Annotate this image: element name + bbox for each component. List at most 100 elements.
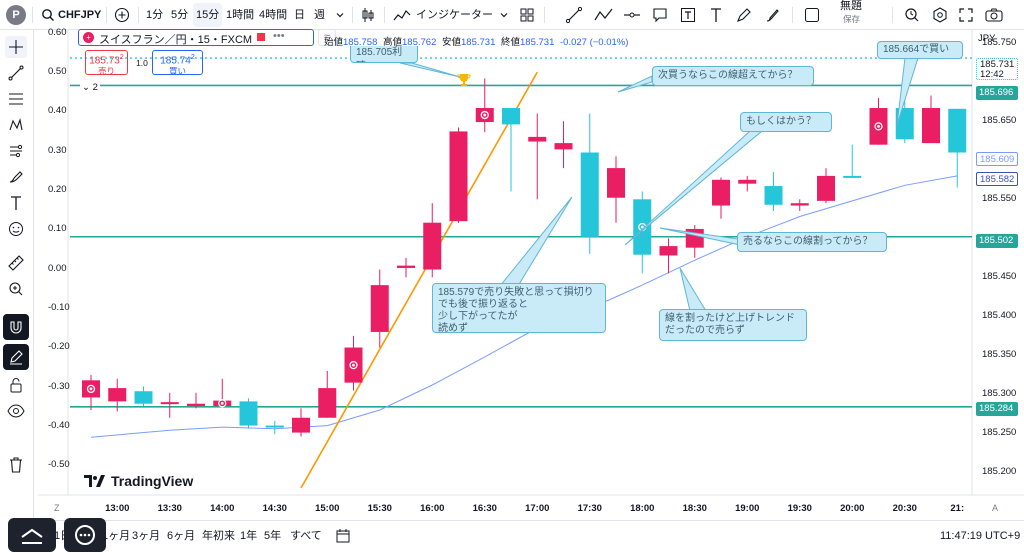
- timezone-z-label[interactable]: Z: [54, 503, 60, 513]
- brush-tool-icon[interactable]: [762, 5, 782, 25]
- pattern-tools-icon[interactable]: [5, 114, 27, 136]
- callout-no-sell[interactable]: 線を割ったけど上げトレンド だったので売らず: [659, 309, 807, 341]
- zoom-in-icon[interactable]: [5, 278, 27, 300]
- ruler-icon[interactable]: [5, 252, 27, 274]
- hline-label-2: 185.502: [976, 234, 1018, 248]
- indicator-templates-icon[interactable]: [494, 5, 514, 25]
- quick-search-icon[interactable]: [902, 5, 922, 25]
- object-tree-button[interactable]: [8, 518, 56, 552]
- interval-5m[interactable]: 5分: [171, 0, 188, 30]
- candle: [502, 108, 520, 192]
- close-value: 185.731: [520, 37, 555, 48]
- low-value: 185.731: [461, 37, 496, 48]
- symbol-legend[interactable]: + スイスフラン／円・15・FXCM •••: [78, 29, 314, 46]
- settings-gear-icon[interactable]: [930, 5, 950, 25]
- interval-1h[interactable]: 1時間: [226, 0, 254, 30]
- time-axis-label: 20:30: [892, 503, 917, 514]
- time-axis-label: 13:30: [157, 503, 182, 514]
- range-all[interactable]: すべて: [290, 521, 322, 551]
- text-tool-icon[interactable]: [706, 5, 726, 25]
- tradingview-watermark[interactable]: TradingView: [84, 473, 193, 489]
- time-axis-label: 16:30: [472, 503, 497, 514]
- lock-icon[interactable]: [5, 374, 27, 396]
- trend-line-tool-icon[interactable]: [564, 5, 584, 25]
- symbol-search[interactable]: CHFJPY: [58, 0, 101, 30]
- range-ytd[interactable]: 年初来: [202, 521, 235, 551]
- time-axis-label: 18:30: [682, 503, 707, 514]
- forecast-tools-icon[interactable]: [5, 140, 27, 162]
- brush-icon[interactable]: [5, 166, 27, 188]
- more-options-icon[interactable]: •••: [273, 30, 285, 42]
- pointer-failed-sell: [498, 196, 573, 287]
- callout-failed-sell[interactable]: 185.579で売り失敗と思って損切り でも後で振り返ると 少し下がってたが 読…: [432, 283, 606, 334]
- candle-body: [449, 131, 468, 222]
- buy-price-sup: 2: [190, 54, 195, 61]
- price-chart[interactable]: [0, 0, 1024, 550]
- fib-tools-icon[interactable]: [5, 88, 27, 110]
- text-icon[interactable]: [5, 192, 27, 214]
- sell-button[interactable]: 185.732 売り: [85, 50, 128, 76]
- interval-1w[interactable]: 週: [314, 0, 325, 30]
- callout-buy-664[interactable]: 185.664で買い: [877, 41, 963, 59]
- interval-15m[interactable]: 15分: [193, 3, 223, 27]
- callout-or-buy[interactable]: もしくはかう？: [740, 112, 832, 132]
- candle: [659, 238, 678, 274]
- save-label[interactable]: 保存: [843, 12, 860, 26]
- search-icon[interactable]: [38, 5, 58, 25]
- candle: [948, 108, 967, 188]
- time-axis-label: 15:30: [367, 503, 392, 514]
- indicators-collapse[interactable]: ⌄ 2: [80, 81, 100, 95]
- price-axis-label: 185.200: [982, 466, 1017, 478]
- indicators-button[interactable]: インジケーター: [416, 0, 493, 30]
- time-axis-label: 20:00: [840, 503, 865, 514]
- candle: [239, 398, 258, 429]
- camera-snapshot-icon[interactable]: [984, 5, 1004, 25]
- clock-label[interactable]: 11:47:19 UTC+9: [940, 521, 1020, 551]
- pointer-no-sell: [679, 267, 707, 312]
- layout-grid-icon[interactable]: [517, 5, 537, 25]
- buy-button[interactable]: 185.742 買い: [152, 50, 203, 76]
- drawing-toolbar: [0, 30, 34, 550]
- range-5y[interactable]: 5年: [264, 521, 281, 551]
- change-value: -0.027 (−0.01%): [560, 37, 629, 48]
- status-flag-icon: [257, 33, 265, 41]
- trophy-icon[interactable]: [457, 73, 471, 87]
- interval-1d[interactable]: 日: [294, 0, 305, 30]
- chevron-down-icon[interactable]: [330, 5, 350, 25]
- range-1y[interactable]: 1年: [240, 521, 257, 551]
- stay-in-drawing-mode-icon[interactable]: [3, 344, 29, 370]
- layout-select-icon[interactable]: [802, 5, 822, 25]
- percent-axis-label: 0.30: [48, 144, 67, 156]
- emoji-icon[interactable]: [5, 218, 27, 240]
- candle-style-icon[interactable]: [358, 5, 378, 25]
- horizontal-line-tool-icon[interactable]: [622, 5, 642, 25]
- profile-avatar[interactable]: P: [6, 5, 26, 25]
- callout-take-profit[interactable]: 185.705利確: [350, 46, 418, 63]
- line-tools-icon[interactable]: [5, 62, 27, 84]
- interval-4h[interactable]: 4時間: [259, 0, 287, 30]
- indicators-icon[interactable]: [392, 5, 412, 25]
- add-symbol-icon[interactable]: [112, 5, 132, 25]
- currency-label[interactable]: JPY: [978, 33, 995, 44]
- text-note-tool-icon[interactable]: [678, 5, 698, 25]
- legend-title: スイスフラン／円・15・FXCM: [99, 34, 253, 46]
- fullscreen-icon[interactable]: [956, 5, 976, 25]
- callout-next-buy[interactable]: 次買うならこの線超えてから？: [652, 66, 814, 86]
- goto-date-icon[interactable]: [336, 521, 350, 551]
- candle-body: [108, 388, 127, 402]
- path-tool-icon[interactable]: [594, 5, 614, 25]
- chat-button[interactable]: [64, 518, 106, 552]
- range-3m[interactable]: 3ヶ月: [132, 521, 160, 551]
- magnet-icon[interactable]: [3, 314, 29, 340]
- auto-scale-label[interactable]: A: [992, 503, 998, 513]
- eye-icon[interactable]: [5, 400, 27, 422]
- interval-1m[interactable]: 1分: [146, 0, 163, 30]
- time-axis-label: 19:30: [787, 503, 812, 514]
- trash-icon[interactable]: [5, 454, 27, 476]
- callout-sell-break[interactable]: 売るならこの線割ってから？: [737, 232, 887, 252]
- range-1m[interactable]: 1ヶ月: [102, 521, 130, 551]
- range-6m[interactable]: 6ヶ月: [167, 521, 195, 551]
- callout-tool-icon[interactable]: [650, 5, 670, 25]
- pen-tool-icon[interactable]: [734, 5, 754, 25]
- crosshair-icon[interactable]: [5, 36, 27, 58]
